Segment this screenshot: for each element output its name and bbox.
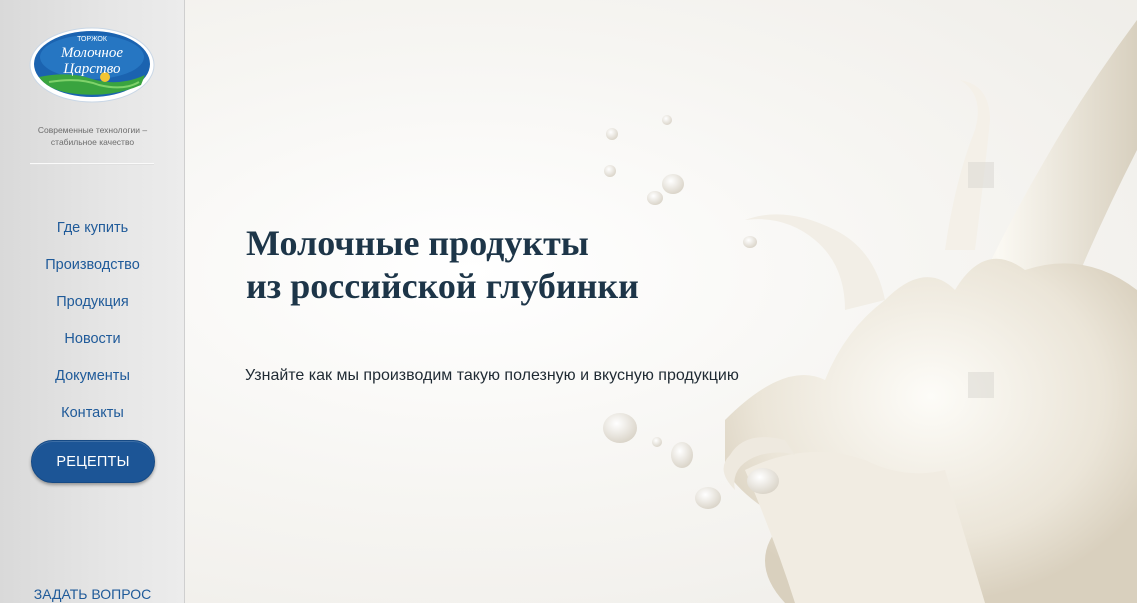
recipes-button[interactable]: РЕЦЕПТЫ bbox=[31, 440, 155, 483]
tagline: Современные технологии – стабильное каче… bbox=[0, 124, 185, 148]
main-nav: Где купить Производство Продукция Новост… bbox=[0, 216, 185, 438]
nav-item-contacts[interactable]: Контакты bbox=[0, 401, 185, 438]
nav-item-documents[interactable]: Документы bbox=[0, 364, 185, 401]
tagline-line-2: стабильное качество bbox=[50, 137, 135, 147]
hero-section: Молочные продукты из российской глубинки… bbox=[185, 0, 1137, 603]
sidebar-divider bbox=[30, 163, 154, 164]
nav-item-products[interactable]: Продукция bbox=[0, 290, 185, 327]
hero-title-line-2: из российской глубинки bbox=[246, 266, 639, 306]
nav-item-where-to-buy[interactable]: Где купить bbox=[0, 216, 185, 253]
hero-subtitle: Узнайте как мы производим такую полезную… bbox=[245, 367, 739, 384]
svg-text:Молочное: Молочное bbox=[60, 45, 123, 61]
sidebar: ТОРЖОК Молочное Царство Современные техн… bbox=[0, 0, 185, 603]
hero-title-line-1: Молочные продукты bbox=[246, 223, 589, 263]
nav-item-production[interactable]: Производство bbox=[0, 253, 185, 290]
svg-text:ТОРЖОК: ТОРЖОК bbox=[77, 36, 108, 43]
brand-logo[interactable]: ТОРЖОК Молочное Царство bbox=[29, 27, 155, 103]
tagline-line-1: Современные технологии – bbox=[37, 125, 148, 135]
ask-question-link[interactable]: ЗАДАТЬ ВОПРОС bbox=[0, 586, 185, 602]
svg-text:Царство: Царство bbox=[62, 61, 121, 77]
hero-title: Молочные продукты из российской глубинки bbox=[246, 222, 806, 308]
nav-item-news[interactable]: Новости bbox=[0, 327, 185, 364]
